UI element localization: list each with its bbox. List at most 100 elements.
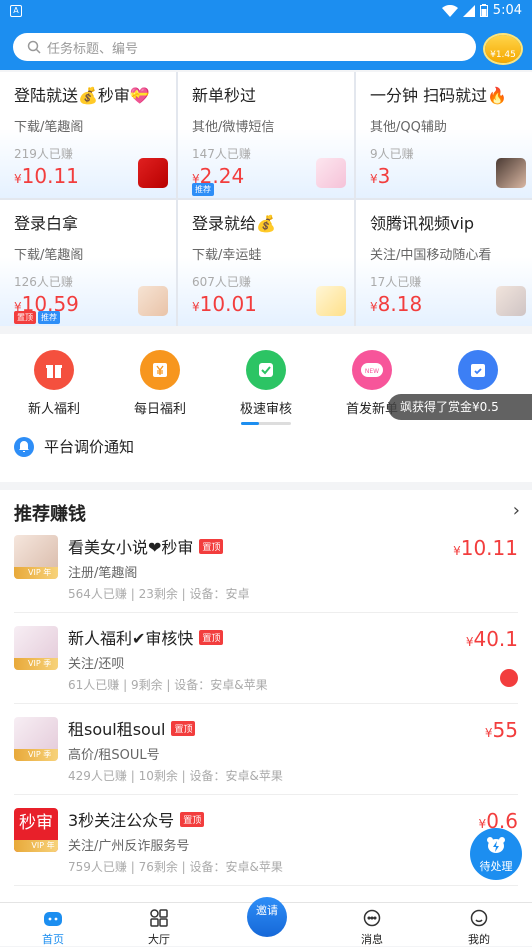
- item-title: 新人福利✔审核快 置顶: [68, 625, 224, 649]
- vip-badge: VIP 季: [14, 749, 58, 761]
- task-card[interactable]: 领腾讯视频vip 关注/中国移动随心看 17人已赚 ¥8.18: [356, 200, 532, 326]
- task-title: 领腾讯视频vip: [370, 214, 475, 233]
- item-price: ¥55: [484, 718, 518, 742]
- task-card[interactable]: 登录就给💰 下载/幸运蛙 607人已赚 ¥10.01: [178, 200, 354, 326]
- home-icon: [44, 912, 62, 926]
- search-input[interactable]: 任务标题、编号: [13, 33, 476, 61]
- tab-label: 首页: [42, 933, 64, 946]
- bell-icon: [14, 436, 34, 457]
- list-item[interactable]: VIP 季 租soul租soul 置顶 高价/租SOUL号 429人已赚 | 10…: [0, 704, 532, 795]
- quick-entry-5[interactable]: [434, 350, 522, 398]
- app-notification-icon: A: [10, 5, 22, 17]
- invite-icon: 邀请: [247, 897, 287, 937]
- tab-label: 我的: [468, 933, 490, 946]
- pending-fab-button[interactable]: 待处理: [470, 828, 522, 880]
- vip-badge: VIP 年: [14, 567, 58, 579]
- task-title: 登录白拿: [14, 214, 79, 233]
- task-card[interactable]: 新单秒过 其他/微博短信 147人已赚 ¥2.24 推荐: [178, 72, 354, 198]
- item-meta: 564人已赚 | 23剩余 | 设备：安卓: [68, 587, 250, 601]
- yen-icon: [140, 350, 180, 390]
- top-tag: 置顶: [199, 538, 224, 554]
- task-category: 其他/QQ辅助: [370, 120, 447, 135]
- quick-entry-section: 新人福利 每日福利 极速审核 NEW 首发新单 飒获得了赏金¥0.5 平台调价通知: [0, 334, 532, 482]
- signal-icon: [462, 4, 475, 17]
- tab-home[interactable]: 首页: [23, 907, 83, 947]
- item-category: 高价/租SOUL号: [68, 748, 160, 763]
- wifi-icon: [441, 4, 458, 17]
- red-envelope-icon: [500, 669, 518, 687]
- task-title: 登录就给💰: [192, 214, 276, 233]
- task-thumbnail: [316, 286, 346, 316]
- list-item[interactable]: VIP 年 看美女小说❤秒审 置顶 注册/笔趣阁 564人已赚 | 23剩余 | …: [0, 522, 532, 613]
- bear-icon: [487, 837, 505, 853]
- item-price: ¥40.1: [465, 627, 518, 651]
- task-title: 登陆就送💰秒审💝: [14, 86, 150, 105]
- calendar-icon: [458, 350, 498, 390]
- task-title: 一分钟 扫码就过🔥: [370, 86, 508, 105]
- task-avatar: VIP 季: [14, 717, 58, 761]
- search-icon: [27, 40, 41, 54]
- battery-icon: [479, 4, 488, 17]
- search-placeholder: 任务标题、编号: [47, 41, 139, 57]
- task-thumbnail: [138, 286, 168, 316]
- quick-entry-2[interactable]: 每日福利: [116, 350, 204, 417]
- task-card[interactable]: 登录白拿 下载/笔趣阁 126人已赚 ¥10.59 置顶 推荐: [0, 200, 176, 326]
- task-thumbnail: [496, 286, 526, 316]
- task-avatar: VIP 年: [14, 535, 58, 579]
- tab-label: 大厅: [148, 933, 170, 946]
- tab-profile[interactable]: 我的: [449, 907, 509, 947]
- vip-badge: VIP 年: [14, 840, 58, 852]
- reward-toast: 飒获得了赏金¥0.5: [388, 394, 532, 420]
- item-meta: 429人已赚 | 10剩余 | 设备：安卓&苹果: [68, 769, 283, 783]
- quick-entry-label: 极速审核: [239, 402, 292, 417]
- item-category: 关注/广州反诈服务号: [68, 839, 190, 854]
- chat-icon: [363, 909, 381, 927]
- task-category: 下载/幸运蛙: [192, 248, 262, 263]
- task-card[interactable]: 登陆就送💰秒审💝 下载/笔趣阁 219人已赚 ¥10.11: [0, 72, 176, 198]
- svg-text:NEW: NEW: [365, 368, 379, 375]
- item-title: 3秒关注公众号 置顶: [68, 807, 205, 831]
- item-meta: 759人已赚 | 76剩余 | 设备：安卓&苹果: [68, 860, 283, 874]
- quick-entry-label: 新人福利: [27, 402, 80, 417]
- notice-text: 平台调价通知: [44, 438, 135, 456]
- top-header: 任务标题、编号 ¥1.45: [0, 24, 532, 70]
- bottom-tab-bar: 首页 大厅 邀请 消息 我的: [0, 897, 532, 947]
- price-notice[interactable]: 平台调价通知: [14, 436, 134, 457]
- top-tag: 置顶: [199, 629, 224, 645]
- task-tag: 推荐: [192, 183, 214, 196]
- task-category: 其他/微博短信: [192, 120, 275, 135]
- chevron-right-icon[interactable]: ›: [513, 500, 520, 521]
- item-title: 看美女小说❤秒审 置顶: [68, 534, 224, 558]
- quick-entry-3[interactable]: 极速审核: [222, 350, 310, 417]
- grid-icon: [150, 909, 168, 927]
- tab-hall[interactable]: 大厅: [129, 907, 189, 947]
- featured-task-grid: 登陆就送💰秒审💝 下载/笔趣阁 219人已赚 ¥10.11 新单秒过 其他/微博…: [0, 72, 532, 326]
- quick-entry-1[interactable]: 新人福利: [10, 350, 98, 417]
- item-category: 关注/还呗: [68, 657, 125, 672]
- top-tag: 置顶: [180, 811, 205, 827]
- status-bar: A 5:04: [0, 0, 532, 24]
- coin-balance-button[interactable]: ¥1.45: [485, 35, 521, 63]
- task-thumbnail: [138, 158, 168, 188]
- item-meta: 61人已赚 | 9剩余 | 设备：安卓&苹果: [68, 678, 268, 692]
- smile-icon: [470, 909, 488, 927]
- list-item[interactable]: 秒审 VIP 年 3秒关注公众号 置顶 关注/广州反诈服务号 759人已赚 | 76…: [0, 795, 532, 886]
- check-icon: [246, 350, 286, 390]
- task-category: 下载/笔趣阁: [14, 120, 84, 135]
- item-price: ¥10.11: [453, 536, 518, 560]
- task-card[interactable]: 一分钟 扫码就过🔥 其他/QQ辅助 9人已赚 ¥3: [356, 72, 532, 198]
- fab-label: 待处理: [479, 860, 513, 873]
- task-thumbnail: [496, 158, 526, 188]
- task-avatar: VIP 季: [14, 626, 58, 670]
- list-item[interactable]: VIP 季 新人福利✔审核快 置顶 关注/还呗 61人已赚 | 9剩余 | 设备：…: [0, 613, 532, 704]
- gift-icon: [34, 350, 74, 390]
- quick-entry-label: 每日福利: [133, 402, 186, 417]
- tab-messages[interactable]: 消息: [342, 907, 402, 947]
- page-indicator: [241, 422, 291, 425]
- tab-label: 消息: [361, 933, 383, 946]
- task-title: 新单秒过: [192, 86, 257, 105]
- task-avatar: 秒审 VIP 年: [14, 808, 58, 852]
- item-title: 租soul租soul 置顶: [68, 716, 196, 740]
- new-icon: NEW: [352, 350, 392, 390]
- clock: 5:04: [492, 3, 522, 18]
